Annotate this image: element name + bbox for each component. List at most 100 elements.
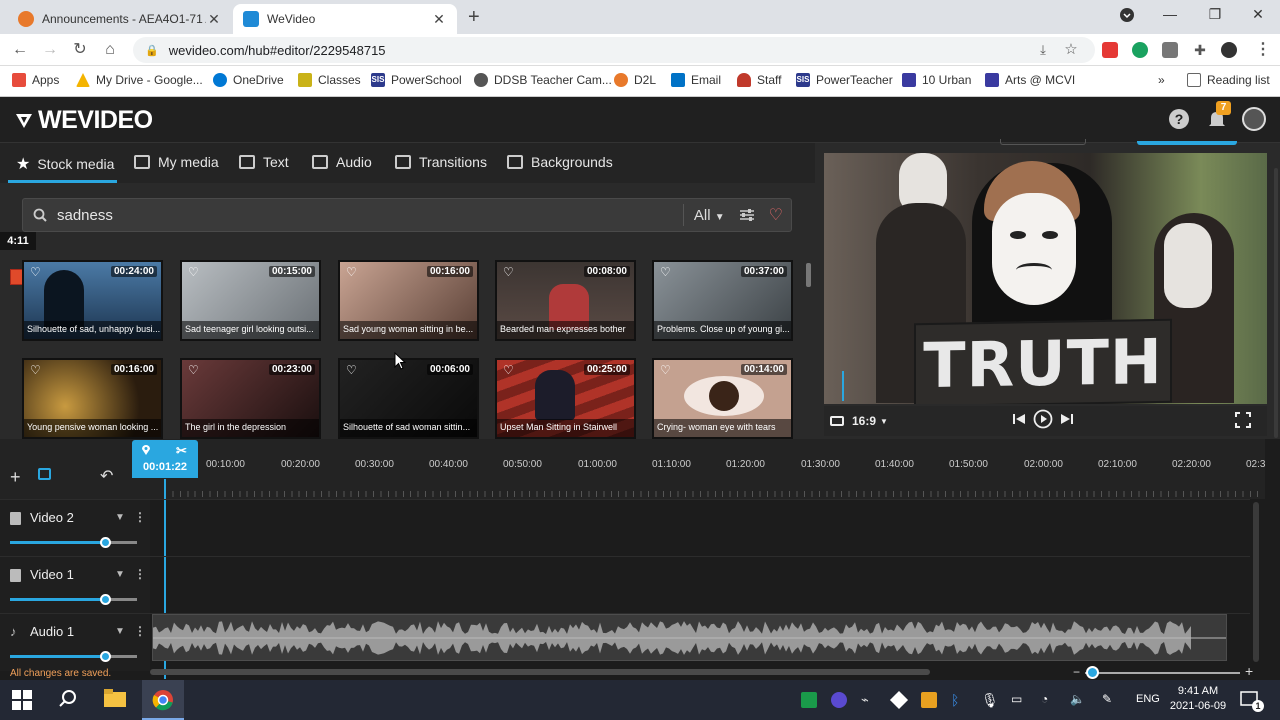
bookmark-email[interactable]: Email (671, 73, 721, 87)
search-icon[interactable] (58, 689, 80, 711)
volume-knob[interactable] (100, 537, 111, 548)
bookmark-onedrive[interactable]: OneDrive (213, 73, 284, 87)
extensions-puzzle-icon[interactable]: ✚ (1189, 39, 1211, 61)
export-button-edge[interactable] (1000, 139, 1086, 145)
address-bar[interactable]: 🔒 wevideo.com/hub#editor/2229548715 (133, 37, 1095, 63)
tab-wevideo[interactable]: WeVideo ✕ (233, 4, 457, 34)
more-options-icon[interactable]: ⋮ (134, 510, 146, 524)
tab-announcements[interactable]: Announcements - AEA4O1-71 All ✕ (8, 4, 232, 34)
volume-knob[interactable] (100, 594, 111, 605)
add-track-icon[interactable]: + (10, 467, 21, 488)
wifi-icon[interactable]: ◔ (1041, 692, 1057, 708)
help-icon[interactable]: ? (1168, 108, 1190, 130)
stock-clip[interactable]: ♡ 00:06:00 Silhouette of sad woman sitti… (338, 358, 479, 439)
zoom-slider[interactable] (1085, 672, 1240, 674)
language-indicator[interactable]: ENG (1136, 693, 1160, 705)
windows-start-icon[interactable] (12, 690, 34, 712)
skip-forward-icon[interactable] (1060, 412, 1074, 426)
tab-text[interactable]: Text (239, 154, 289, 170)
bookmark-10-urban[interactable]: 10 Urban (902, 73, 971, 87)
more-options-icon[interactable]: ⋮ (134, 567, 146, 581)
tray-icon[interactable]: ⌁ (861, 692, 877, 708)
tab-my-media[interactable]: My media (134, 154, 219, 170)
filter-sliders-icon[interactable] (739, 208, 755, 222)
stock-clip[interactable]: ♡ 00:16:00 Young pensive woman looking .… (22, 358, 163, 439)
bookmark-classes[interactable]: Classes (298, 73, 361, 87)
volume-slider[interactable] (10, 594, 137, 605)
reading-list-button[interactable]: Reading list (1187, 73, 1270, 87)
finish-button-edge[interactable] (1137, 141, 1237, 145)
stock-clip[interactable]: ♡ 00:37:00 Problems. Close up of young g… (652, 260, 793, 341)
bookmark-powerteacher[interactable]: SIS PowerTeacher (796, 73, 893, 87)
tray-icon[interactable] (889, 690, 909, 710)
reload-icon[interactable]: ↻ (69, 39, 91, 61)
stock-clip[interactable]: ♡ 00:23:00 The girl in the depression (180, 358, 321, 439)
fullscreen-icon[interactable] (1235, 412, 1251, 428)
search-input[interactable]: sadness (57, 207, 683, 224)
bookmarks-overflow-button[interactable]: » (1158, 73, 1165, 87)
chrome-menu-icon[interactable]: ⋮ (1252, 39, 1274, 61)
minimize-window-icon[interactable]: — (1160, 6, 1180, 22)
app-tray-icon[interactable] (831, 692, 847, 708)
undo-icon[interactable]: ↶ (100, 466, 113, 486)
extension-icon[interactable] (1132, 42, 1148, 58)
heart-icon[interactable]: ♡ (30, 265, 41, 279)
bookmark-arts-mcvi[interactable]: Arts @ MCVI (985, 73, 1075, 87)
play-icon[interactable] (1033, 409, 1053, 429)
battery-icon[interactable]: ▭ (1011, 692, 1027, 708)
wevideo-logo[interactable]: WEVIDEO (14, 106, 153, 135)
install-icon[interactable]: ⤓ (1032, 39, 1054, 61)
skip-back-icon[interactable] (1012, 412, 1026, 426)
caret-down-icon[interactable]: ▼ (115, 626, 125, 637)
home-icon[interactable]: ⌂ (99, 39, 121, 61)
stock-clip[interactable]: ♡ 00:14:00 Crying- woman eye with tears (652, 358, 793, 439)
volume-knob[interactable] (100, 651, 111, 662)
app-tray-icon[interactable] (801, 692, 817, 708)
forward-icon[interactable]: → (39, 39, 61, 61)
tab-audio[interactable]: Audio (312, 154, 372, 170)
close-tab-icon[interactable]: ✕ (206, 11, 222, 28)
bookmark-ddsb[interactable]: DDSB Teacher Cam... (474, 73, 612, 87)
tab-transitions[interactable]: Transitions (395, 154, 487, 170)
aspect-ratio-dropdown[interactable]: 16:9 ▼ (830, 414, 888, 428)
bookmark-apps[interactable]: Apps (12, 73, 59, 87)
tray-icon[interactable] (921, 692, 937, 708)
audio-clip[interactable] (152, 614, 1227, 661)
stock-clip[interactable]: ♡ 00:24:00 Silhouette of sad, unhappy bu… (22, 260, 163, 341)
heart-icon[interactable]: ♡ (503, 363, 514, 377)
stock-clip[interactable]: ♡ 00:25:00 Upset Man Sitting in Stairwel… (495, 358, 636, 439)
panel-scrollbar[interactable] (1274, 168, 1278, 438)
timeline-vertical-scrollbar[interactable] (1253, 502, 1259, 662)
close-tab-icon[interactable]: ✕ (431, 11, 447, 28)
heart-icon[interactable]: ♡ (346, 363, 357, 377)
snap-toggle-icon[interactable] (38, 468, 51, 480)
user-avatar[interactable] (1242, 107, 1266, 131)
bookmark-star-icon[interactable]: ☆ (1060, 39, 1082, 61)
new-tab-button[interactable]: + (468, 6, 480, 29)
bookmark-powerschool[interactable]: SIS PowerSchool (371, 73, 462, 87)
tab-backgrounds[interactable]: Backgrounds (507, 154, 613, 170)
stock-clip[interactable]: ♡ 00:08:00 Bearded man expresses bother (495, 260, 636, 341)
stock-clip[interactable]: ♡ 00:16:00 Sad young woman sitting in be… (338, 260, 479, 341)
tab-stock-media[interactable]: ★ Stock media (16, 154, 114, 174)
bookmark-d2l[interactable]: D2L (614, 73, 656, 87)
marker-pin-icon[interactable] (141, 444, 151, 456)
extension-icon[interactable] (1162, 42, 1178, 58)
back-icon[interactable]: ← (9, 39, 31, 61)
zoom-in-icon[interactable]: + (1245, 663, 1253, 679)
heart-icon[interactable]: ♡ (188, 363, 199, 377)
caret-down-icon[interactable]: ▼ (115, 569, 125, 580)
heart-icon[interactable]: ♡ (660, 363, 671, 377)
filter-dropdown[interactable]: All ▼ (694, 207, 725, 224)
bluetooth-icon[interactable]: ᛒ (951, 692, 967, 708)
file-explorer-icon[interactable] (104, 689, 126, 711)
maximize-window-icon[interactable]: ❐ (1205, 6, 1225, 23)
taskbar-clock[interactable]: 9:41 AM 2021-06-09 (1166, 684, 1230, 714)
caret-down-icon[interactable]: ▼ (115, 512, 125, 523)
favorites-heart-icon[interactable]: ♡ (769, 205, 783, 225)
chrome-taskbar-button[interactable] (142, 680, 184, 720)
microphone-icon[interactable]: 🎙 (981, 692, 999, 708)
more-options-icon[interactable]: ⋮ (134, 624, 146, 638)
profile-avatar-icon[interactable] (1221, 42, 1237, 58)
heart-icon[interactable]: ♡ (660, 265, 671, 279)
